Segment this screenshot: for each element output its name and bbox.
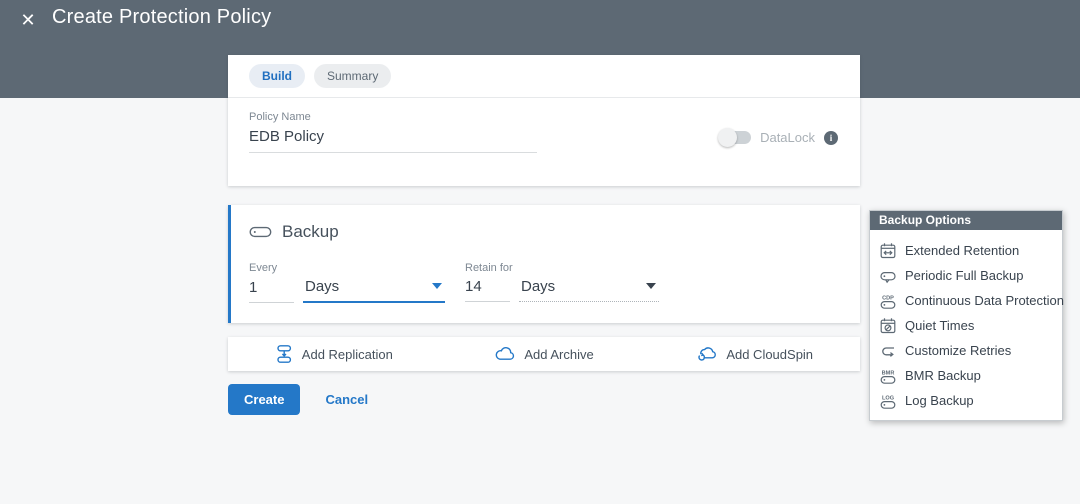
- backup-options-list: Extended Retention Periodic Full Backup …: [870, 230, 1062, 420]
- policy-name-section: Policy Name DataLock i: [228, 98, 860, 186]
- policy-name-label: Policy Name: [249, 111, 839, 123]
- create-button[interactable]: Create: [228, 384, 300, 415]
- info-icon[interactable]: i: [824, 131, 838, 145]
- create-protection-policy-dialog: ✕ Create Protection Policy Build Summary…: [0, 0, 1080, 504]
- add-replication-button[interactable]: Add Replication: [228, 337, 439, 371]
- tab-build[interactable]: Build: [249, 64, 305, 88]
- close-icon[interactable]: ✕: [16, 8, 40, 32]
- every-unit-value: Days: [305, 278, 339, 295]
- backup-title: Backup: [282, 222, 339, 242]
- svg-text:LOG: LOG: [882, 395, 894, 401]
- option-label: Log Backup: [905, 393, 974, 408]
- add-replication-label: Add Replication: [302, 347, 393, 362]
- cdp-icon: CDP: [879, 292, 897, 310]
- option-quiet-times[interactable]: Quiet Times: [870, 313, 1062, 338]
- every-value-input[interactable]: [249, 275, 294, 303]
- bmr-icon: BMR: [879, 367, 897, 385]
- backup-card: Backup Every Days Retain for Days: [228, 205, 860, 323]
- cloud-icon: [494, 346, 516, 362]
- option-label: Quiet Times: [905, 318, 974, 333]
- option-label: Continuous Data Protection: [905, 293, 1064, 308]
- svg-text:BMR: BMR: [882, 370, 895, 376]
- option-customize-retries[interactable]: Customize Retries: [870, 338, 1062, 363]
- option-extended-retention[interactable]: Extended Retention: [870, 238, 1062, 263]
- policy-name-input[interactable]: [249, 125, 537, 153]
- cloudspin-icon: [696, 346, 718, 363]
- option-bmr-backup[interactable]: BMR BMR Backup: [870, 363, 1062, 388]
- chevron-down-icon: [646, 283, 656, 289]
- add-cloudspin-button[interactable]: Add CloudSpin: [649, 337, 860, 371]
- calendar-extend-icon: [879, 242, 897, 260]
- every-group: Every Days: [249, 262, 445, 303]
- backup-fields: Every Days Retain for Days: [231, 262, 860, 303]
- retain-label: Retain for: [465, 262, 659, 274]
- add-archive-button[interactable]: Add Archive: [439, 337, 650, 371]
- option-label: BMR Backup: [905, 368, 981, 383]
- svg-text:CDP: CDP: [882, 295, 894, 301]
- tab-summary[interactable]: Summary: [314, 64, 391, 88]
- option-continuous-data-protection[interactable]: CDP Continuous Data Protection: [870, 288, 1062, 313]
- option-label: Periodic Full Backup: [905, 268, 1024, 283]
- datalock-label: DataLock: [760, 130, 815, 145]
- add-actions-row: Add Replication Add Archive Add CloudSpi…: [228, 337, 860, 371]
- dialog-actions: Create Cancel: [228, 384, 368, 415]
- retain-value-input[interactable]: [465, 274, 510, 302]
- backup-options-title: Backup Options: [870, 211, 1062, 230]
- every-label: Every: [249, 262, 445, 274]
- option-label: Customize Retries: [905, 343, 1011, 358]
- datalock-toggle-knob: [718, 128, 737, 147]
- option-log-backup[interactable]: LOG Log Backup: [870, 388, 1062, 413]
- page-title: Create Protection Policy: [52, 6, 271, 29]
- backup-options-panel: Backup Options Extended Retention: [869, 210, 1063, 421]
- every-unit-select[interactable]: Days: [303, 274, 445, 303]
- tabs-row: Build Summary: [228, 55, 860, 98]
- full-backup-icon: [879, 267, 897, 285]
- policy-card: Build Summary Policy Name DataLock i: [228, 55, 860, 186]
- datalock-group: DataLock i: [721, 130, 838, 145]
- backup-disk-icon: [249, 225, 273, 239]
- add-cloudspin-label: Add CloudSpin: [726, 347, 813, 362]
- option-periodic-full-backup[interactable]: Periodic Full Backup: [870, 263, 1062, 288]
- quiet-times-icon: [879, 317, 897, 335]
- retry-arrow-icon: [879, 342, 897, 360]
- datalock-toggle[interactable]: [721, 131, 751, 144]
- retain-group: Retain for Days: [465, 262, 659, 303]
- retain-unit-value: Days: [521, 278, 555, 295]
- log-icon: LOG: [879, 392, 897, 410]
- option-label: Extended Retention: [905, 243, 1019, 258]
- add-archive-label: Add Archive: [524, 347, 593, 362]
- retain-unit-select[interactable]: Days: [519, 274, 659, 302]
- backup-heading: Backup: [231, 205, 860, 242]
- replication-icon: [274, 344, 294, 364]
- cancel-button[interactable]: Cancel: [325, 392, 368, 407]
- chevron-down-icon: [432, 283, 442, 289]
